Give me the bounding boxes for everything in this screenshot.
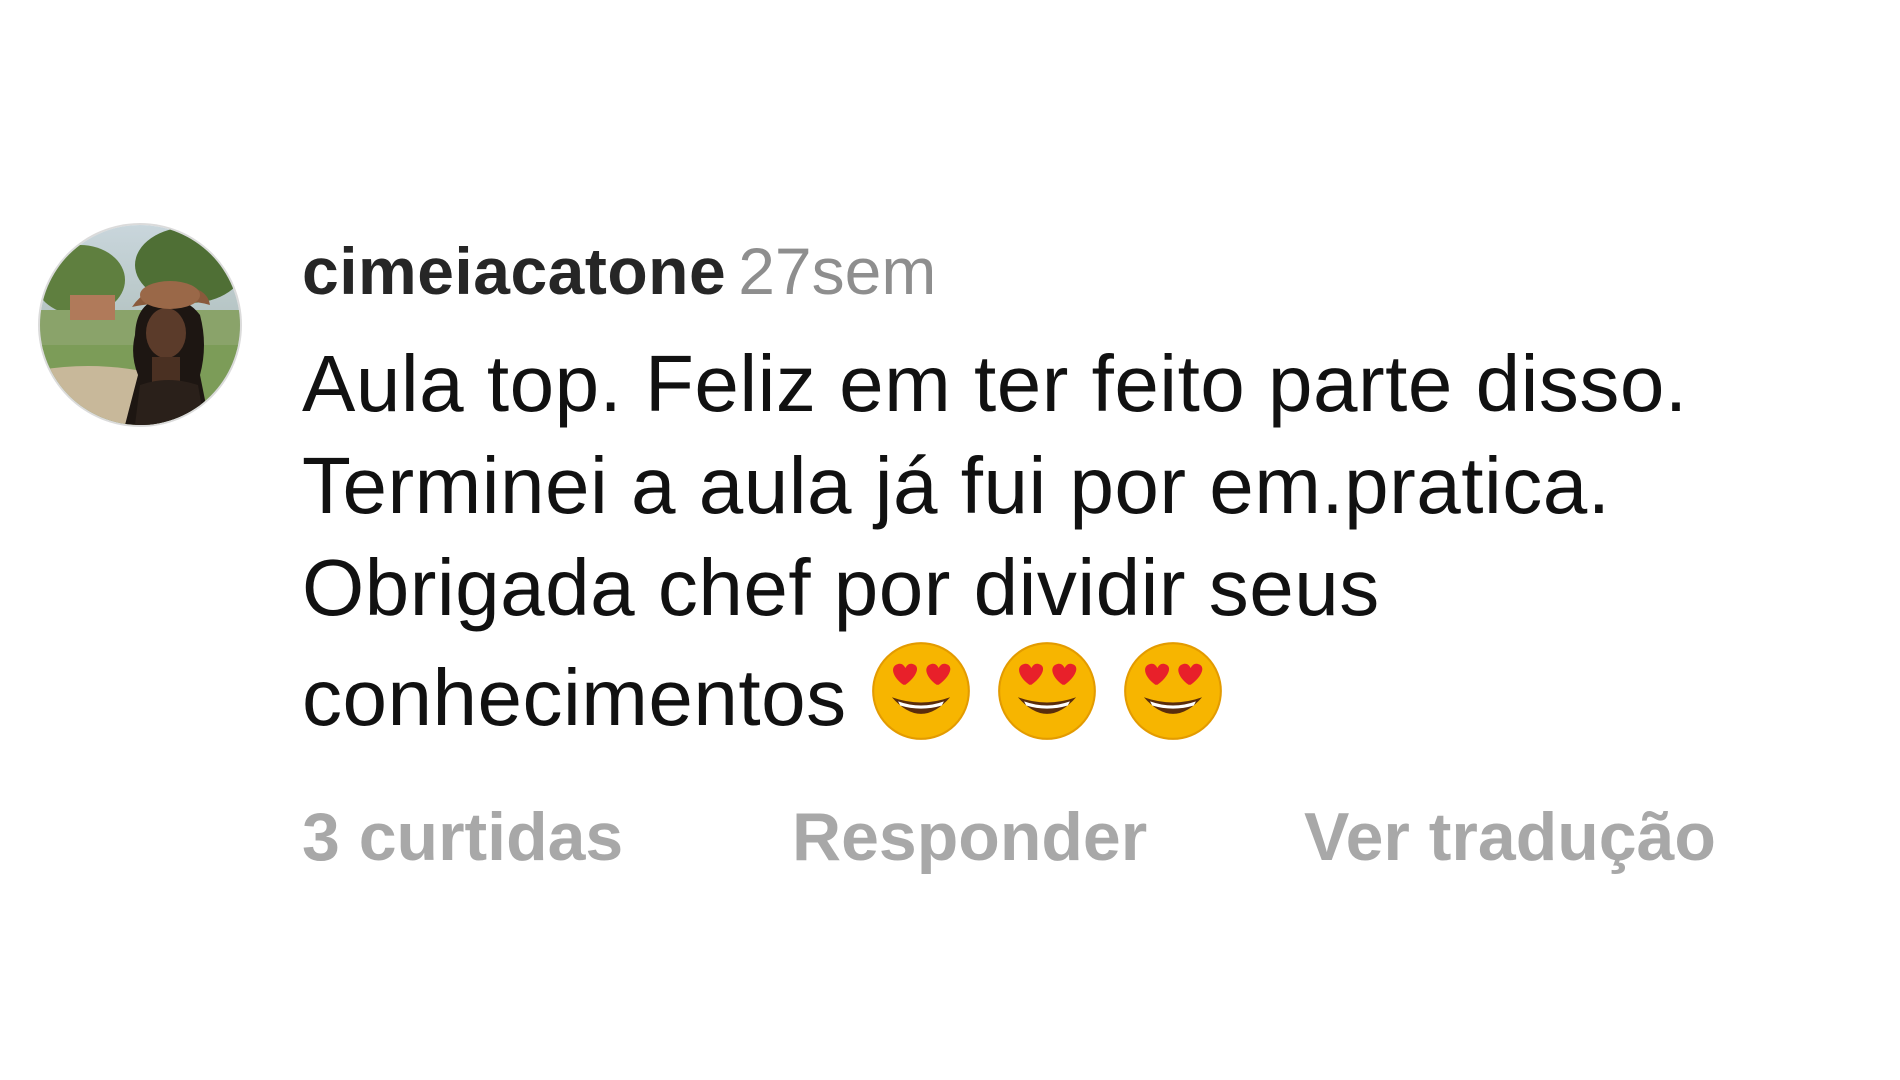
heart-eyes-emoji-icon: [1121, 639, 1225, 743]
comment-text: Aula top. Feliz em ter feito parte disso…: [302, 333, 1882, 749]
likes-count-button[interactable]: 3 curtidas: [302, 797, 792, 877]
heart-eyes-emoji-icon: [869, 639, 973, 743]
see-translation-button[interactable]: Ver tradução: [1304, 797, 1716, 877]
comment-text-line: Aula top. Feliz em ter feito parte disso…: [302, 339, 1688, 428]
comment-text-last-line: conhecimentos: [302, 639, 1882, 749]
heart-eyes-emoji-icon: [995, 639, 1099, 743]
comment-header: cimeiacatone 27sem: [302, 231, 936, 311]
comment-text-line: Obrigada chef por dividir seus: [302, 543, 1380, 632]
user-avatar[interactable]: [40, 225, 240, 425]
comment-text-line: conhecimentos: [302, 653, 847, 742]
reply-button[interactable]: Responder: [792, 797, 1304, 877]
comment-item: cimeiacatone 27sem Aula top. Feliz em ter…: [40, 225, 1880, 885]
comment-timestamp[interactable]: 27sem: [738, 234, 936, 308]
comment-text-line: Terminei a aula já fui por em.pratica.: [302, 441, 1611, 530]
avatar-photo-icon: [40, 225, 240, 425]
comment-actions: 3 curtidas Responder Ver tradução: [302, 797, 1716, 877]
username-link[interactable]: cimeiacatone: [302, 234, 726, 308]
